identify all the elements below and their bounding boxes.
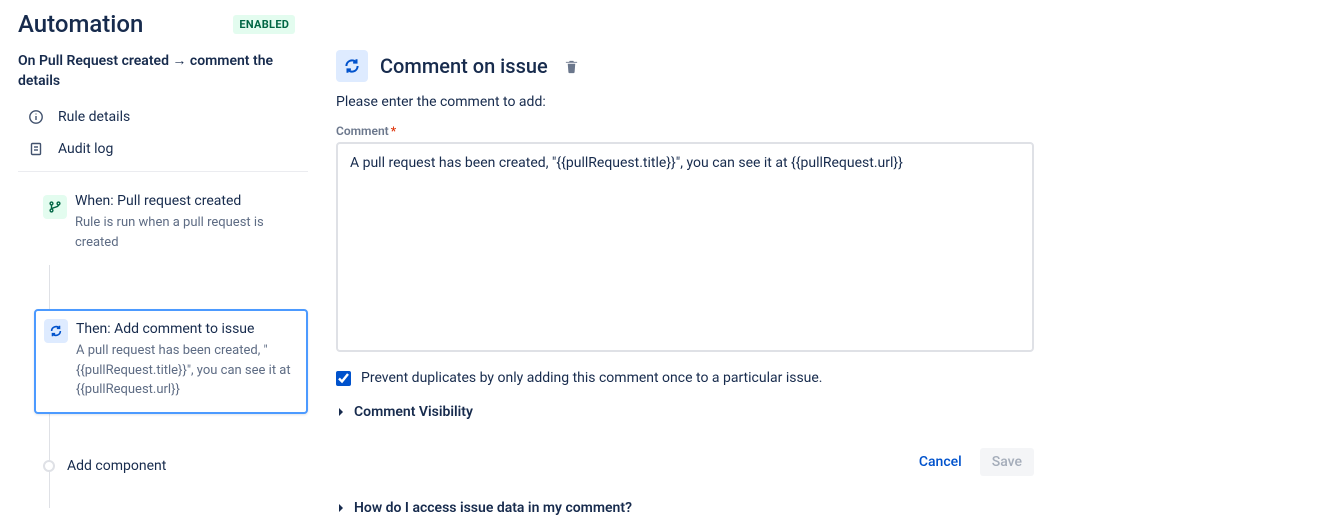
panel-actions: Cancel Save bbox=[336, 448, 1034, 476]
rule-flow: When: Pull request created Rule is run w… bbox=[18, 186, 308, 474]
log-icon bbox=[28, 141, 44, 157]
refresh-icon bbox=[44, 319, 68, 343]
chevron-right-icon bbox=[336, 503, 346, 513]
delete-button[interactable] bbox=[560, 55, 583, 78]
panel-title: Comment on issue bbox=[380, 54, 548, 78]
help-toggle[interactable]: How do I access issue data in my comment… bbox=[336, 500, 1307, 516]
nav-label: Rule details bbox=[58, 109, 130, 125]
add-component-label: Add component bbox=[67, 458, 166, 474]
refresh-icon bbox=[336, 50, 368, 82]
add-circle-icon bbox=[43, 460, 55, 472]
page-header: Automation ENABLED bbox=[18, 10, 308, 38]
status-badge: ENABLED bbox=[233, 15, 295, 34]
action-step[interactable]: Then: Add comment to issue A pull reques… bbox=[34, 309, 308, 414]
trigger-step[interactable]: When: Pull request created Rule is run w… bbox=[34, 186, 308, 265]
nav-label: Audit log bbox=[58, 141, 113, 157]
save-button[interactable]: Save bbox=[980, 448, 1034, 476]
rule-name: On Pull Request created → comment the de… bbox=[18, 52, 308, 91]
info-icon bbox=[28, 109, 44, 125]
prevent-duplicates-row[interactable]: Prevent duplicates by only adding this c… bbox=[336, 370, 1307, 386]
action-config-panel: Comment on issue Please enter the commen… bbox=[326, 0, 1317, 516]
trash-icon bbox=[564, 59, 579, 74]
step-description: A pull request has been created, "{{pull… bbox=[76, 341, 294, 400]
panel-header: Comment on issue bbox=[336, 50, 1307, 82]
prevent-duplicates-checkbox[interactable] bbox=[336, 371, 351, 386]
nav-audit-log[interactable]: Audit log bbox=[18, 133, 308, 165]
page-title: Automation bbox=[18, 10, 143, 38]
expander-label: Comment Visibility bbox=[354, 404, 473, 420]
add-component-button[interactable]: Add component bbox=[34, 458, 308, 474]
comment-visibility-toggle[interactable]: Comment Visibility bbox=[336, 404, 1307, 420]
step-description: Rule is run when a pull request is creat… bbox=[75, 213, 295, 252]
chevron-right-icon bbox=[336, 407, 346, 417]
rule-sidebar: Automation ENABLED On Pull Request creat… bbox=[0, 0, 326, 516]
nav-rule-details[interactable]: Rule details bbox=[18, 101, 308, 133]
prevent-duplicates-label: Prevent duplicates by only adding this c… bbox=[361, 370, 823, 386]
help-label: How do I access issue data in my comment… bbox=[354, 500, 632, 516]
comment-textarea[interactable] bbox=[336, 142, 1034, 352]
step-title: When: Pull request created bbox=[75, 193, 295, 209]
cancel-button[interactable]: Cancel bbox=[907, 448, 974, 476]
comment-field-label: Comment* bbox=[336, 124, 1307, 138]
panel-instruction: Please enter the comment to add: bbox=[336, 94, 1307, 110]
divider bbox=[18, 171, 308, 172]
step-title: Then: Add comment to issue bbox=[76, 321, 294, 337]
branch-icon bbox=[43, 195, 67, 219]
